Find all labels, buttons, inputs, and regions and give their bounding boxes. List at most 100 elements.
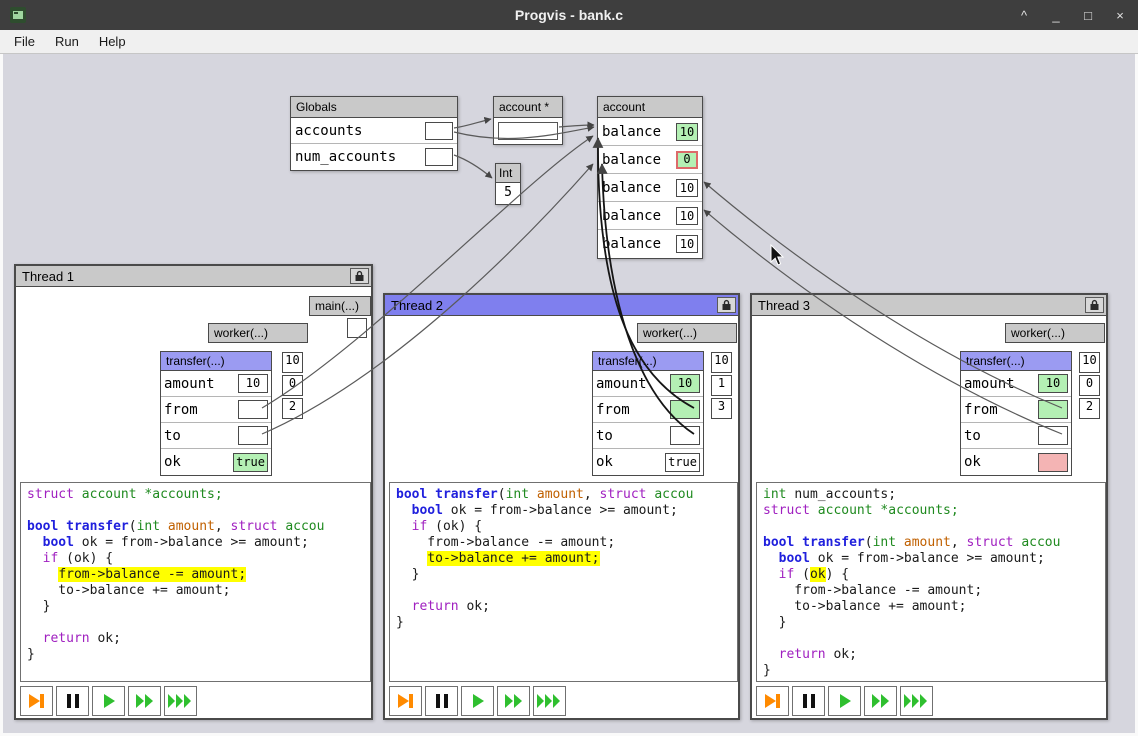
frame-value-box: 10 — [282, 352, 303, 373]
pause-button[interactable] — [425, 686, 458, 716]
globals-rows: accountsnum_accounts — [291, 118, 457, 170]
value-box — [670, 426, 700, 445]
lock-icon[interactable] — [1085, 297, 1104, 313]
app-icon — [10, 7, 26, 23]
value-box: true — [665, 453, 700, 472]
code-line: return ok; — [396, 599, 731, 615]
variable-name: to — [164, 428, 181, 444]
variable-name: balance — [602, 124, 661, 140]
panel-header[interactable]: Globals — [291, 97, 457, 118]
playback-controls — [20, 686, 197, 716]
value-box: 10 — [238, 374, 268, 393]
account-row: balance10 — [598, 230, 702, 258]
main-variable-box — [347, 318, 367, 338]
window-controls: ^ _ □ × — [1016, 8, 1128, 23]
code-line: bool ok = from->balance >= amount; — [396, 503, 731, 519]
value-box: 10 — [676, 235, 698, 253]
code-line: } — [27, 647, 364, 663]
worker-frame-values: 1002 — [1079, 352, 1100, 419]
var-row: from — [593, 397, 703, 423]
int-body: 5 — [496, 183, 520, 204]
code-line: bool ok = from->balance >= amount; — [763, 551, 1099, 567]
frame-worker[interactable]: worker(...) — [637, 323, 737, 343]
fastest-forward-button[interactable] — [533, 686, 566, 716]
menu-help[interactable]: Help — [89, 31, 136, 52]
run-to-end-button[interactable] — [389, 686, 422, 716]
variable-name: amount — [964, 376, 1015, 392]
code-token: ok; — [826, 647, 857, 662]
fast-forward-button[interactable] — [864, 686, 897, 716]
code-token: from->balance -= amount; — [396, 535, 615, 550]
menu-file[interactable]: File — [4, 31, 45, 52]
frame-transfer[interactable]: transfer(...) — [592, 351, 704, 371]
code-line: from->balance -= amount; — [27, 567, 364, 583]
variable-name: amount — [596, 376, 647, 392]
frame-value-box: 0 — [1079, 375, 1100, 396]
stack-area: worker(...) transfer(...) amount10fromto… — [385, 316, 738, 481]
maximize-button[interactable]: □ — [1080, 8, 1096, 23]
code-token: } — [763, 663, 771, 678]
code-token: } — [763, 615, 786, 630]
account-rows: balance10balance0balance10balance10balan… — [598, 118, 702, 258]
code-token: , — [215, 519, 231, 534]
variable-name: ok — [964, 454, 981, 470]
code-token: transfer — [66, 519, 129, 534]
menubar: File Run Help — [0, 30, 1138, 54]
thread-titlebar[interactable]: Thread 3 — [752, 295, 1106, 316]
stack-area: worker(...) transfer(...) amount10fromto… — [752, 316, 1106, 481]
shade-button[interactable]: ^ — [1016, 8, 1032, 23]
value-box — [238, 400, 268, 419]
visualization-canvas[interactable]: Globals accountsnum_accounts account * a… — [0, 54, 1138, 736]
value-box: 5 — [496, 183, 520, 204]
run-to-end-button[interactable] — [756, 686, 789, 716]
close-button[interactable]: × — [1112, 8, 1128, 23]
panel-header[interactable]: Int — [496, 164, 520, 183]
value-box — [1038, 400, 1068, 419]
minimize-button[interactable]: _ — [1048, 8, 1064, 23]
code-token: accou — [1021, 535, 1060, 550]
thread-window-2: Thread 2 worker(...) transfer(...) amoun… — [383, 293, 740, 720]
value-box — [670, 400, 700, 419]
thread-titlebar[interactable]: Thread 1 — [16, 266, 371, 287]
variable-name: balance — [602, 208, 661, 224]
lock-icon[interactable] — [350, 268, 369, 284]
fast-forward-button[interactable] — [497, 686, 530, 716]
code-line: } — [763, 663, 1099, 679]
frame-worker[interactable]: worker(...) — [1005, 323, 1105, 343]
menu-run[interactable]: Run — [45, 31, 89, 52]
value-box: true — [233, 453, 268, 472]
step-button[interactable] — [828, 686, 861, 716]
thread-window-3: Thread 3 worker(...) transfer(...) amoun… — [750, 293, 1108, 720]
code-line: int num_accounts; — [763, 487, 1099, 503]
pause-button[interactable] — [56, 686, 89, 716]
code-token: , — [951, 535, 967, 550]
var-row: to — [961, 423, 1071, 449]
step-button[interactable] — [92, 686, 125, 716]
code-token: } — [27, 599, 50, 614]
frame-transfer[interactable]: transfer(...) — [160, 351, 272, 371]
thread-titlebar[interactable]: Thread 2 — [385, 295, 738, 316]
value-box — [238, 426, 268, 445]
code-token — [763, 647, 779, 662]
panel-header[interactable]: account — [598, 97, 702, 118]
frame-worker[interactable]: worker(...) — [208, 323, 308, 343]
fastest-forward-button[interactable] — [900, 686, 933, 716]
titlebar[interactable]: Progvis - bank.c ^ _ □ × — [0, 0, 1138, 30]
lock-icon[interactable] — [717, 297, 736, 313]
code-token: bool — [412, 503, 451, 518]
frame-transfer[interactable]: transfer(...) — [960, 351, 1072, 371]
step-button[interactable] — [461, 686, 494, 716]
code-token: if — [779, 567, 795, 582]
panel-header[interactable]: account * — [494, 97, 562, 118]
frame-main[interactable]: main(...) — [309, 296, 371, 316]
fastest-forward-button[interactable] — [164, 686, 197, 716]
pause-button[interactable] — [792, 686, 825, 716]
mouse-cursor — [770, 244, 788, 268]
value-box — [425, 148, 453, 166]
run-to-end-button[interactable] — [20, 686, 53, 716]
frame-value-box: 0 — [282, 375, 303, 396]
code-token: struct — [231, 519, 286, 534]
code-token: struct — [600, 487, 655, 502]
fast-forward-button[interactable] — [128, 686, 161, 716]
code-token — [763, 551, 779, 566]
